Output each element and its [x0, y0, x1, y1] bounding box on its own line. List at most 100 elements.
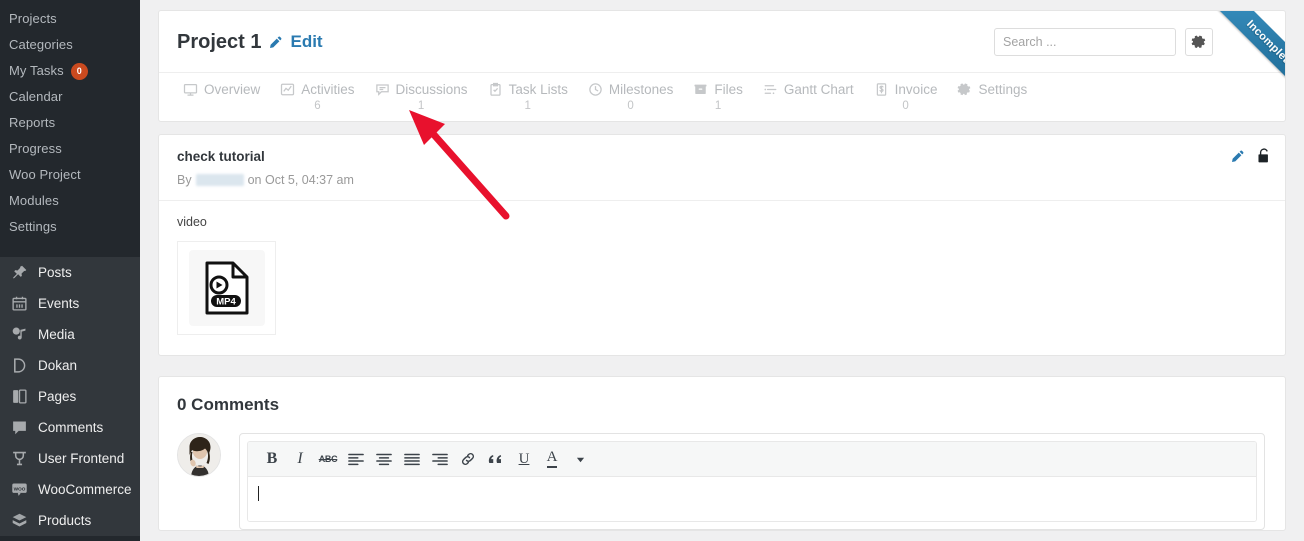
tab-milestones[interactable]: Milestones 0: [578, 82, 684, 114]
tab-label: Settings: [978, 82, 1028, 97]
discussion-date: on Oct 5, 04:37 am: [247, 173, 354, 187]
underline-button[interactable]: U: [510, 447, 538, 471]
tab-row: Milestones: [588, 82, 674, 97]
search-input[interactable]: [994, 28, 1176, 56]
gear-icon[interactable]: [1185, 28, 1213, 56]
sidebar-item-pages[interactable]: Pages: [0, 381, 140, 412]
project-header-top: Project 1 Edit: [159, 11, 1285, 73]
tab-label: Files: [714, 82, 743, 97]
pin-icon: [9, 263, 29, 283]
tab-files[interactable]: Files 1: [683, 82, 753, 114]
sidebar-item-calendar[interactable]: Calendar: [0, 84, 140, 110]
tab-label: Discussions: [395, 82, 468, 97]
calendar-icon: [9, 294, 29, 314]
tab-overview[interactable]: Overview: [173, 82, 270, 114]
project-header-card: Project 1 Edit Incomplete OverviewActivi…: [158, 10, 1286, 122]
mp4-file-icon: MP4: [188, 250, 265, 326]
tab-count: 1: [417, 100, 425, 112]
sidebar-item-woo-project[interactable]: Woo Project: [0, 162, 140, 188]
link-button[interactable]: [454, 447, 482, 471]
unlock-icon[interactable]: [1257, 148, 1271, 164]
admin-sidebar: Projects Categories My Tasks 0 Calendar Repor…: [0, 0, 140, 541]
tab-invoice[interactable]: Invoice 0: [864, 82, 948, 114]
tab-settings[interactable]: Settings: [947, 82, 1037, 114]
sidebar-item-label: Reports: [9, 115, 56, 130]
svg-text:WOO: WOO: [13, 486, 25, 491]
project-tabs: Overview Activities 6 Discussions 1 Task List…: [159, 73, 1285, 121]
discussion-meta: By on Oct 5, 04:37 am: [177, 173, 1267, 187]
comment-bubble-icon: [9, 418, 29, 438]
tab-row: Settings: [957, 82, 1027, 97]
tab-task-lists[interactable]: Task Lists 1: [478, 82, 578, 114]
avatar: [177, 433, 221, 477]
bold-button[interactable]: B: [258, 447, 286, 471]
sidebar-item-products[interactable]: Products: [0, 505, 140, 536]
align-left-button[interactable]: [342, 447, 370, 471]
main-content: Project 1 Edit Incomplete OverviewActivi…: [140, 0, 1304, 541]
align-right-button[interactable]: [426, 447, 454, 471]
sidebar-item-reports[interactable]: Reports: [0, 110, 140, 136]
discussion-title: check tutorial: [177, 149, 265, 164]
tab-count: 1: [524, 100, 531, 112]
tab-row: Files: [693, 82, 743, 97]
invoice-dollar-icon: [874, 82, 889, 97]
text-color-button[interactable]: A: [538, 447, 566, 471]
comments-heading: 0 Comments: [177, 395, 280, 414]
align-justify-button[interactable]: [398, 447, 426, 471]
attachment-tile[interactable]: MP4: [177, 241, 276, 335]
pencil-icon[interactable]: [1230, 149, 1245, 164]
sidebar-item-my-tasks[interactable]: My Tasks 0: [0, 58, 140, 84]
sidebar-item-dokan[interactable]: Dokan: [0, 350, 140, 381]
sidebar-item-label: Events: [38, 296, 80, 311]
pages-icon: [9, 387, 29, 407]
blockquote-button[interactable]: [482, 447, 510, 471]
strikethrough-button[interactable]: ABC: [314, 447, 342, 471]
tab-label: Milestones: [608, 82, 674, 97]
tab-label: Activities: [301, 82, 355, 97]
tab-label: Task Lists: [508, 82, 568, 97]
tab-row: Discussions: [375, 82, 468, 97]
sidebar-item-comments[interactable]: Comments: [0, 412, 140, 443]
sidebar-item-categories[interactable]: Categories: [0, 32, 140, 58]
text-caret: [258, 486, 259, 502]
tab-discussions[interactable]: Discussions 1: [365, 82, 478, 114]
products-box-icon: [9, 511, 29, 531]
menu-separator: [0, 250, 140, 257]
discussion-card: check tutorial By on Oct 5, 04:37 am vid…: [158, 134, 1286, 356]
sidebar-item-progress[interactable]: Progress: [0, 136, 140, 162]
page-title: Project 1 Edit: [177, 31, 323, 54]
sidebar-item-projects[interactable]: Projects: [0, 6, 140, 32]
sidebar-item-events[interactable]: Events: [0, 288, 140, 319]
pencil-icon[interactable]: [268, 35, 283, 50]
tab-row: Gantt Chart: [763, 82, 854, 97]
sidebar-item-media[interactable]: Media: [0, 319, 140, 350]
dokan-icon: [9, 356, 29, 376]
tab-gantt-chart[interactable]: Gantt Chart: [753, 82, 864, 114]
sidebar-item-badge: 0: [70, 62, 88, 80]
tab-count: 0: [627, 100, 634, 112]
editor-frame: B I ABC U A: [247, 441, 1257, 522]
align-center-button[interactable]: [370, 447, 398, 471]
milestone-clock-icon: [588, 82, 603, 97]
text-color-dropdown[interactable]: [566, 447, 594, 471]
sidebar-item-label: Progress: [9, 141, 62, 156]
comment-textarea[interactable]: [248, 477, 1256, 521]
sidebar-item-settings[interactable]: Settings: [0, 214, 140, 240]
italic-button[interactable]: I: [286, 447, 314, 471]
sidebar-item-modules[interactable]: Modules: [0, 188, 140, 214]
tab-label: Gantt Chart: [783, 82, 854, 97]
edit-project-link[interactable]: Edit: [290, 32, 322, 52]
sidebar-item-woocommerce[interactable]: WOO WooCommerce: [0, 474, 140, 505]
sidebar-item-posts[interactable]: Posts: [0, 257, 140, 288]
sidebar-item-user-frontend[interactable]: User Frontend: [0, 443, 140, 474]
comments-card: 0 Comments B I ABC U A: [158, 376, 1286, 531]
editor-toolbar: B I ABC U A: [248, 442, 1256, 477]
comment-editor[interactable]: B I ABC U A: [239, 433, 1265, 530]
tab-activities[interactable]: Activities 6: [270, 82, 364, 114]
sidebar-item-label: Modules: [9, 193, 59, 208]
discussion-actions: [1230, 148, 1271, 164]
tab-count: 1: [714, 100, 722, 112]
sidebar-item-label: Posts: [38, 265, 72, 280]
discussion-header: check tutorial By on Oct 5, 04:37 am: [159, 135, 1285, 201]
tab-count: 6: [314, 100, 321, 112]
